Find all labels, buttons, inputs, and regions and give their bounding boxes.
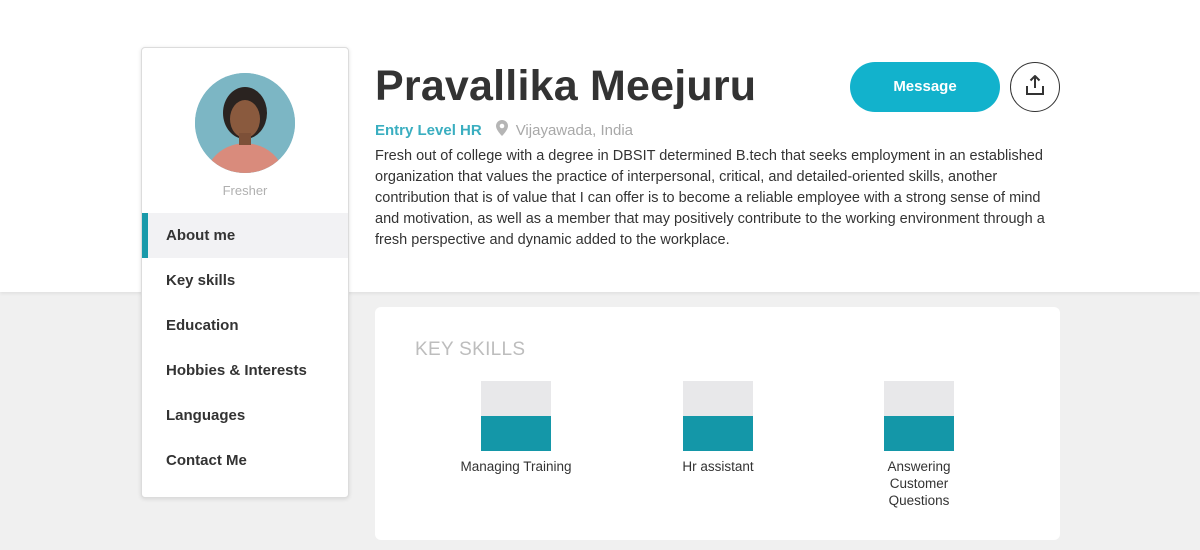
role-location-line: Entry Level HR Vijayawada, India (375, 120, 633, 140)
skill-level-bar (683, 381, 753, 451)
location-pin-icon (495, 120, 508, 140)
sidebar-item-hobbies[interactable]: Hobbies & Interests (142, 348, 348, 393)
key-skills-title: KEY SKILLS (415, 339, 526, 360)
profile-name: Pravallika Meejuru (375, 62, 757, 110)
sidebar-item-contact-me[interactable]: Contact Me (142, 438, 348, 483)
share-upload-icon (1024, 74, 1046, 101)
skill-level-fill (683, 416, 753, 451)
sidebar-item-languages[interactable]: Languages (142, 393, 348, 438)
location-text: Vijayawada, India (515, 121, 634, 139)
skill-item: Managing Training (431, 381, 601, 475)
sidebar-item-about-me[interactable]: About me (142, 213, 348, 258)
profile-bio: Fresh out of college with a degree in DB… (375, 148, 1045, 248)
profile-sidebar: Fresher About me Key skills Education Ho… (141, 47, 349, 498)
share-button[interactable] (1010, 62, 1060, 112)
skill-level-fill (884, 416, 954, 451)
sidebar-nav: About me Key skills Education Hobbies & … (142, 213, 348, 483)
sidebar-item-key-skills[interactable]: Key skills (142, 258, 348, 303)
skill-item: Answering Customer Questions (834, 381, 1004, 509)
skill-label: Managing Training (460, 459, 572, 474)
skill-level-bar (481, 381, 551, 451)
skill-level-bar (884, 381, 954, 451)
skill-label: Hr assistant (682, 459, 754, 474)
key-skills-card: KEY SKILLS Managing Training Hr assistan… (375, 307, 1060, 540)
message-button[interactable]: Message (850, 62, 1000, 112)
avatar (195, 73, 295, 173)
sidebar-item-education[interactable]: Education (142, 303, 348, 348)
job-role: Entry Level HR (375, 121, 482, 139)
skill-item: Hr assistant (633, 381, 803, 475)
skill-level-fill (481, 416, 551, 451)
status-label: Fresher (222, 183, 268, 198)
skill-label: Answering Customer Questions (887, 459, 951, 508)
